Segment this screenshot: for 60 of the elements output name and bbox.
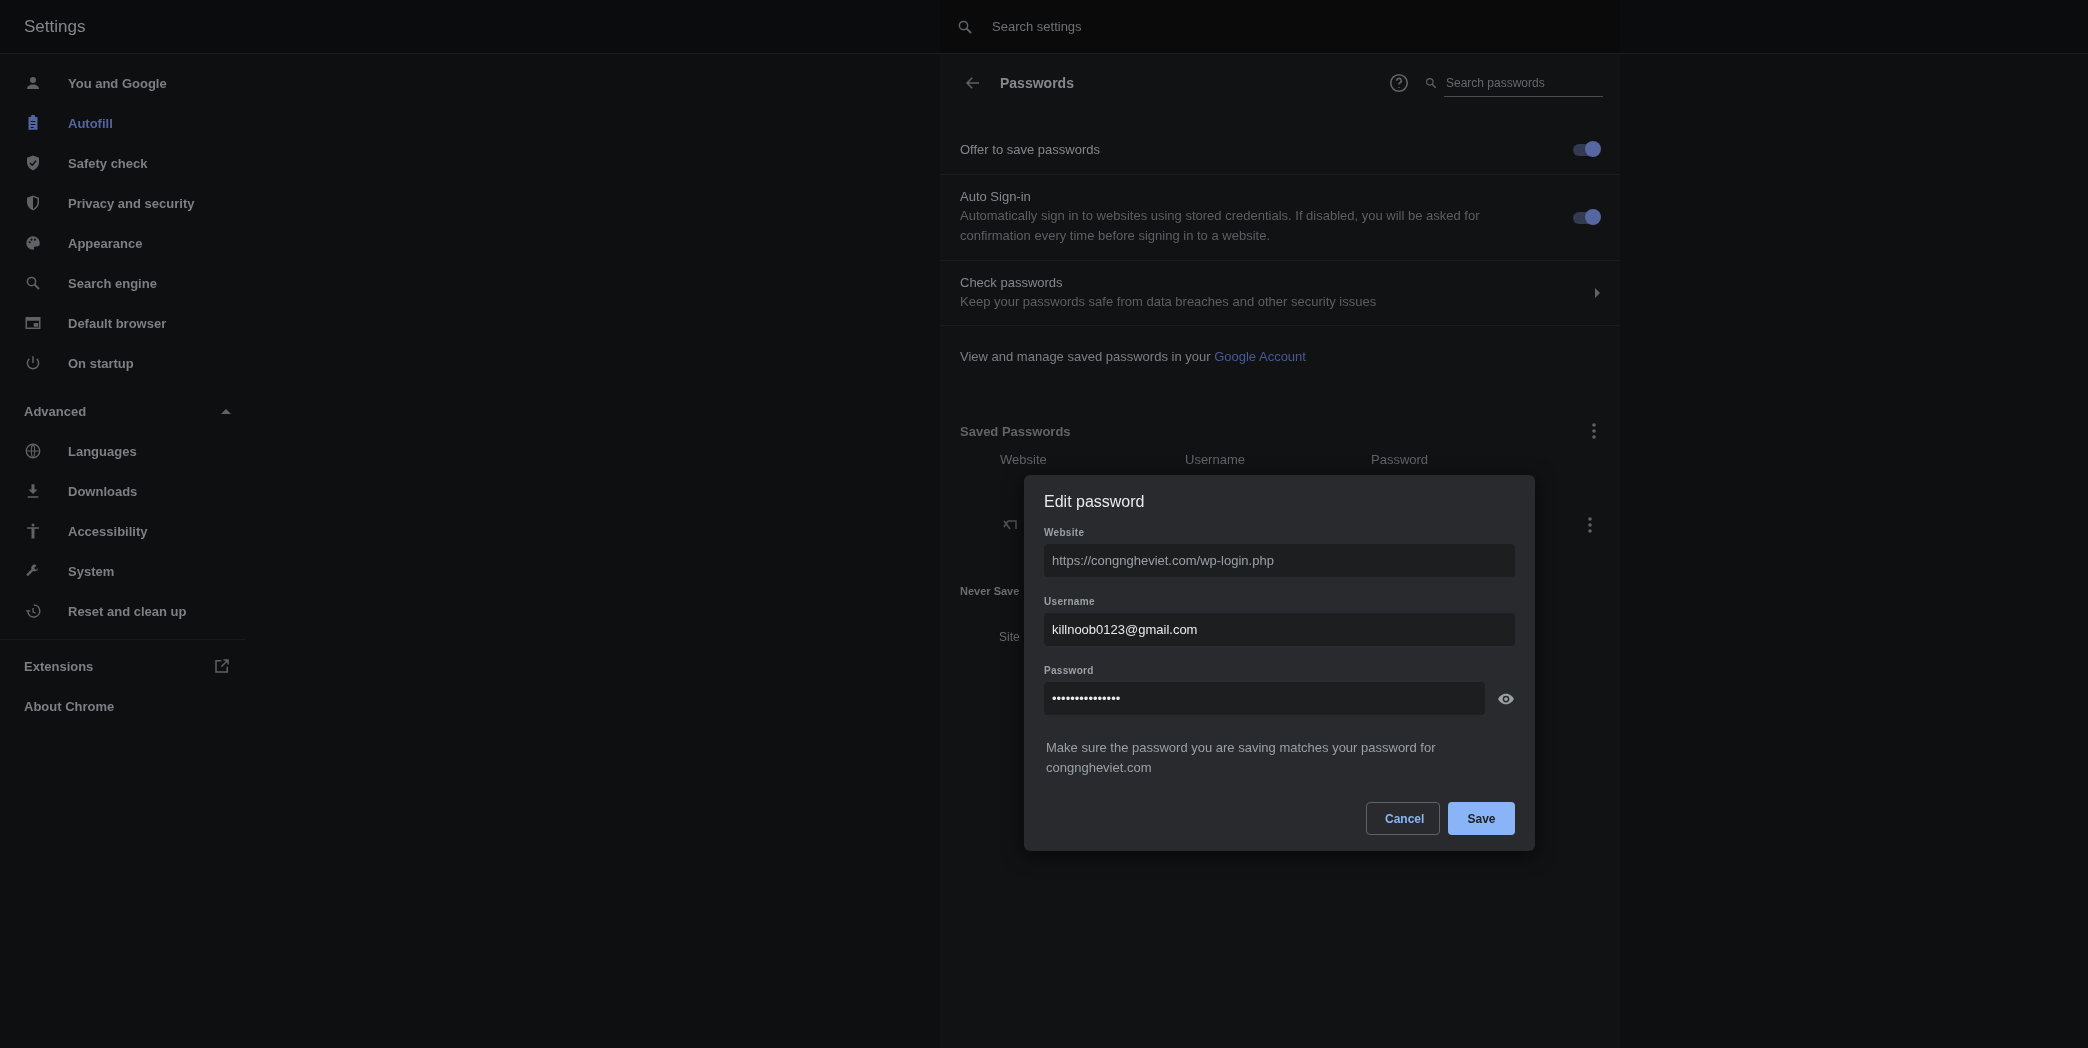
sidebar-item[interactable]: Downloads xyxy=(0,471,245,511)
shield-icon xyxy=(24,194,42,212)
sidebar-item[interactable]: Autofill xyxy=(0,103,245,143)
sidebar-link[interactable]: About Chrome xyxy=(24,698,115,714)
setting-title: Offer to save passwords xyxy=(960,142,1100,157)
save-button[interactable]: Save xyxy=(1448,802,1515,835)
sidebar-item[interactable]: You and Google xyxy=(0,63,245,103)
back-arrow-icon[interactable] xyxy=(964,74,982,92)
help-icon[interactable] xyxy=(1388,72,1410,94)
sidebar-link[interactable]: Extensions xyxy=(24,658,94,674)
search-icon xyxy=(1424,76,1438,90)
google-account-link[interactable]: Google Account xyxy=(1214,349,1306,364)
sidebar-item[interactable]: Appearance xyxy=(0,223,245,263)
dialog-title: Edit password xyxy=(1044,493,1146,511)
column-header: Password xyxy=(1371,452,1430,469)
setting-title: Check passwords xyxy=(960,274,1064,290)
column-header: Website xyxy=(1000,452,1048,469)
sidebar-item[interactable]: Default browser xyxy=(0,303,245,343)
sidebar-item[interactable]: Privacy and security xyxy=(0,183,245,223)
sidebar-item[interactable]: Languages xyxy=(0,431,245,471)
sidebar-item[interactable]: Accessibility xyxy=(0,511,245,551)
power-icon xyxy=(24,354,42,372)
caret-icon[interactable] xyxy=(221,408,231,414)
sidebar-item[interactable]: On startup xyxy=(0,343,245,383)
palette-icon xyxy=(24,234,42,252)
globe-icon xyxy=(24,442,42,460)
sidebar-item[interactable]: System xyxy=(0,551,245,591)
search-field[interactable]: Search passwords xyxy=(1444,69,1603,97)
history-icon xyxy=(24,602,42,620)
shield-check-icon xyxy=(24,154,42,172)
page-title: Passwords xyxy=(1000,75,1074,91)
advanced-section-toggle[interactable]: Advanced xyxy=(24,403,87,419)
setting-title: Auto Sign-in xyxy=(960,189,1032,204)
sidebar-item[interactable]: Reset and clean up xyxy=(0,591,245,631)
person-icon xyxy=(24,74,42,92)
section-title: Never Save xyxy=(960,585,1020,597)
setting-description: Automatically sign in to websites using stored credentials. If disabled, you will be asked for confirmation every time before signing in to a website. xyxy=(960,207,1481,245)
account-note: View and manage saved passwords in your Google Account xyxy=(959,348,1307,366)
more-options-icon[interactable] xyxy=(1592,423,1596,439)
setting-description: Keep your passwords safe from data breaches and other security issues xyxy=(960,292,1377,311)
section-title: Saved Passwords xyxy=(960,423,1071,439)
field-label: Website xyxy=(1044,527,1086,538)
column-header: Username xyxy=(1185,452,1246,469)
sidebar-item[interactable]: Search engine xyxy=(0,263,245,303)
more-options-icon[interactable] xyxy=(1588,517,1592,533)
window-icon xyxy=(24,314,42,332)
input-field[interactable]: ••••••••••••••• xyxy=(1044,682,1485,715)
chevron-right-icon[interactable] xyxy=(1593,288,1601,298)
figure-icon xyxy=(24,522,42,540)
field-label: Username xyxy=(1044,596,1096,607)
cancel-button[interactable]: Cancel xyxy=(1366,802,1440,835)
search-field[interactable]: Search settings xyxy=(990,18,1394,35)
external-link-icon[interactable] xyxy=(213,657,231,675)
settings-title: Settings xyxy=(23,16,86,37)
search-icon xyxy=(24,274,42,292)
field-label: Password xyxy=(1044,665,1095,676)
dialog-note: Make sure the password you are saving matches your password for congngheviet.com xyxy=(1045,739,1437,777)
column-header: Site xyxy=(999,630,1020,644)
input-field[interactable]: killnoob0123@gmail.com xyxy=(1044,613,1515,646)
sidebar-item[interactable]: Safety check xyxy=(0,143,245,183)
